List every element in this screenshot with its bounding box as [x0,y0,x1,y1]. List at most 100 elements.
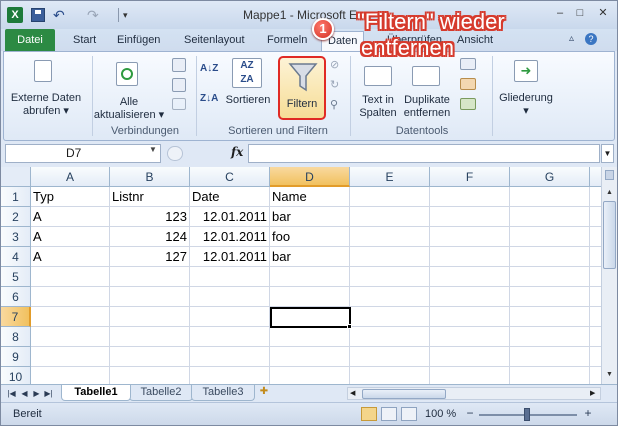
column-header-g[interactable]: G [510,167,590,187]
first-sheet-icon[interactable]: |◀ [7,388,16,400]
cell-h4[interactable] [590,247,601,267]
cell-c5[interactable] [190,267,270,287]
cell-f9[interactable] [430,347,510,367]
column-header-c[interactable]: C [190,167,270,187]
cell-c10[interactable] [190,367,270,384]
cell-f1[interactable] [430,187,510,207]
cell-e1[interactable] [350,187,430,207]
cell-d8[interactable] [270,327,350,347]
cell-f5[interactable] [430,267,510,287]
cell-g4[interactable] [510,247,590,267]
cell-a7[interactable] [31,307,110,327]
cell-h9[interactable] [590,347,601,367]
cell-c1[interactable]: Date [190,187,270,207]
cell-f4[interactable] [430,247,510,267]
cell-d10[interactable] [270,367,350,384]
cell-e8[interactable] [350,327,430,347]
cell-a4[interactable]: A [31,247,110,267]
last-sheet-icon[interactable]: ▶| [44,388,53,400]
cell-e2[interactable] [350,207,430,227]
active-cell-d7[interactable] [270,307,351,328]
split-handle[interactable] [605,170,614,180]
cell-a8[interactable] [31,327,110,347]
tab-file[interactable]: Datei [5,29,55,51]
edit-links-icon[interactable] [172,98,186,110]
cell-g5[interactable] [510,267,590,287]
scroll-down-icon[interactable]: ▼ [602,367,617,382]
undo-icon[interactable]: ↶ [53,7,75,23]
scroll-up-icon[interactable]: ▲ [602,185,617,200]
cell-f3[interactable] [430,227,510,247]
cell-b9[interactable] [110,347,190,367]
cell-b4[interactable]: 127 [110,247,190,267]
cell-h10[interactable] [590,367,601,384]
select-all-corner[interactable] [1,167,31,187]
reapply-filter-icon[interactable]: ↻ [330,78,344,91]
next-sheet-icon[interactable]: ▶ [32,388,41,400]
cell-g6[interactable] [510,287,590,307]
zoom-out-button[interactable]: − [463,407,477,421]
help-icon[interactable]: ? [585,33,597,45]
sheet-tab-tabelle1[interactable]: Tabelle1 [61,385,131,401]
clear-filter-icon[interactable]: ⊘ [330,58,344,71]
prev-sheet-icon[interactable]: ◀ [20,388,29,400]
normal-view-icon[interactable] [361,407,377,421]
sort-z-a-icon[interactable]: Z↓A [200,92,218,105]
advanced-filter-icon[interactable]: ⚲ [330,98,344,111]
consolidate-icon[interactable] [460,78,476,90]
cell-b5[interactable] [110,267,190,287]
remove-duplicates-button[interactable]: Duplikate entfernen [400,94,454,120]
cell-g3[interactable] [510,227,590,247]
expand-formula-bar-icon[interactable]: ▼ [601,144,614,163]
cell-d6[interactable] [270,287,350,307]
scroll-right-icon[interactable]: ▶ [590,388,595,400]
cell-e6[interactable] [350,287,430,307]
cell-b6[interactable] [110,287,190,307]
cell-b8[interactable] [110,327,190,347]
row-header-5[interactable]: 5 [1,267,31,287]
cell-d9[interactable] [270,347,350,367]
cell-d3[interactable]: foo [270,227,350,247]
scroll-left-icon[interactable]: ◀ [350,388,355,400]
cell-e10[interactable] [350,367,430,384]
zoom-level[interactable]: 100 % [425,408,456,420]
cell-c8[interactable] [190,327,270,347]
cell-c6[interactable] [190,287,270,307]
cell-g8[interactable] [510,327,590,347]
cell-g1[interactable] [510,187,590,207]
cell-c4[interactable]: 12.01.2011 [190,247,270,267]
tab-start[interactable]: Start [67,31,102,51]
cell-f10[interactable] [430,367,510,384]
column-header-b[interactable]: B [110,167,190,187]
chevron-down-icon[interactable]: ▼ [149,145,157,154]
cell-c9[interactable] [190,347,270,367]
cell-a1[interactable]: Typ [31,187,110,207]
cell-d5[interactable] [270,267,350,287]
row-header-1[interactable]: 1 [1,187,31,207]
cell-h2[interactable] [590,207,601,227]
external-data-button[interactable]: Externe Daten abrufen ▾ [6,92,86,118]
row-header-8[interactable]: 8 [1,327,31,347]
column-header-f[interactable]: F [430,167,510,187]
row-header-7[interactable]: 7 [1,307,31,327]
cell-f2[interactable] [430,207,510,227]
maximize-button[interactable]: □ [570,5,590,21]
vertical-scroll-thumb[interactable] [603,201,616,269]
cell-b2[interactable]: 123 [110,207,190,227]
horizontal-scrollbar[interactable]: ◀ ▶ [347,387,601,400]
properties-icon[interactable] [172,78,186,92]
name-box[interactable]: D7 [5,144,161,163]
cell-c2[interactable]: 12.01.2011 [190,207,270,227]
page-break-view-icon[interactable] [401,407,417,421]
fill-handle[interactable] [347,324,352,329]
text-to-columns-button[interactable]: Text in Spalten [354,94,402,120]
cell-f6[interactable] [430,287,510,307]
cell-h3[interactable] [590,227,601,247]
cell-e3[interactable] [350,227,430,247]
cell-g9[interactable] [510,347,590,367]
cell-d1[interactable]: Name [270,187,350,207]
row-header-9[interactable]: 9 [1,347,31,367]
connections-icon[interactable] [172,58,186,72]
cell-h1[interactable] [590,187,601,207]
redo-icon[interactable]: ↷ [87,7,109,23]
